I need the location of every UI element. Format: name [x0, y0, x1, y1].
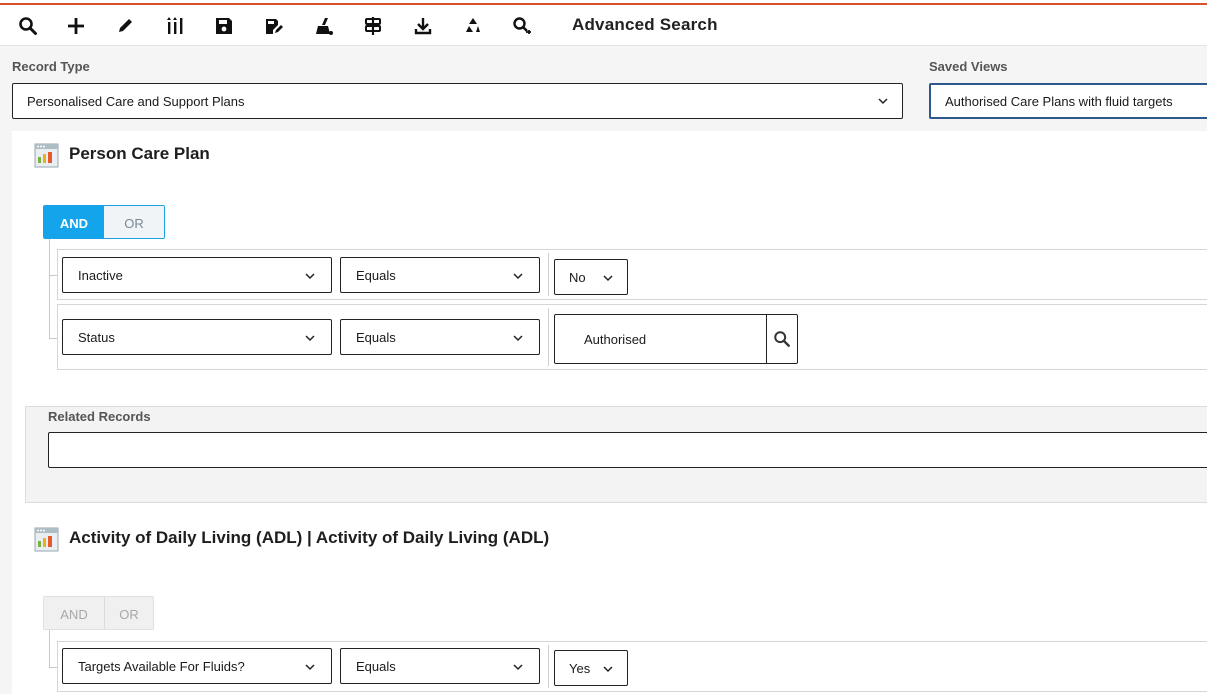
operator-select[interactable]: Equals	[340, 648, 540, 684]
saved-views-value: Authorised Care Plans with fluid targets	[945, 93, 1173, 109]
add-icon[interactable]	[63, 13, 89, 39]
operator-value: Equals	[356, 658, 396, 674]
entity-table-icon	[34, 143, 59, 168]
field-select[interactable]: Status	[62, 319, 332, 355]
divider	[548, 645, 549, 688]
related-records-panel: Related Records	[25, 406, 1207, 503]
signpost-icon[interactable]	[360, 13, 386, 39]
divider	[548, 308, 549, 366]
related-records-label: Related Records	[48, 409, 151, 424]
or-button[interactable]: OR	[104, 206, 164, 238]
and-button[interactable]: AND	[44, 206, 104, 238]
entity-table-icon	[34, 527, 59, 552]
value-select[interactable]: No	[554, 259, 628, 295]
divider	[548, 253, 549, 296]
record-type-select[interactable]: Personalised Care and Support Plans	[12, 83, 903, 119]
operator-select[interactable]: Equals	[340, 257, 540, 293]
download-icon[interactable]	[410, 13, 436, 39]
lookup-search-button[interactable]	[766, 315, 797, 363]
field-value: Inactive	[78, 267, 123, 283]
lookup-field[interactable]: Authorised	[554, 314, 798, 364]
chevron-down-icon	[513, 664, 523, 671]
operator-select[interactable]: Equals	[340, 319, 540, 355]
search-icon	[774, 331, 790, 347]
saved-views-label: Saved Views	[929, 59, 1008, 74]
chevron-down-icon	[603, 666, 613, 673]
chevron-down-icon	[305, 335, 315, 342]
clear-icon[interactable]	[311, 13, 337, 39]
save-as-icon[interactable]	[261, 13, 287, 39]
chevron-down-icon	[513, 335, 523, 342]
save-icon[interactable]	[211, 13, 237, 39]
field-value: Targets Available For Fluids?	[78, 658, 245, 674]
operator-value: Equals	[356, 329, 396, 345]
and-or-toggle: AND OR	[43, 205, 165, 239]
section-title-person-care-plan: Person Care Plan	[69, 144, 210, 163]
chevron-down-icon	[603, 275, 613, 282]
field-value: Status	[78, 329, 115, 345]
search-icon[interactable]	[15, 13, 41, 39]
saved-views-select[interactable]: Authorised Care Plans with fluid targets	[929, 83, 1207, 119]
record-type-label: Record Type	[12, 59, 90, 74]
chevron-down-icon	[878, 98, 888, 105]
value-text: Yes	[569, 660, 591, 676]
recycle-icon[interactable]	[460, 13, 486, 39]
field-select[interactable]: Inactive	[62, 257, 332, 293]
section-title-adl: Activity of Daily Living (ADL) | Activit…	[69, 528, 550, 547]
tree-connector	[49, 630, 50, 667]
and-button[interactable]: AND	[44, 597, 104, 629]
and-or-toggle: AND OR	[43, 596, 154, 630]
chevron-down-icon	[305, 273, 315, 280]
value-select[interactable]: Yes	[554, 650, 628, 686]
operator-value: Equals	[356, 267, 396, 283]
page-title: Advanced Search	[572, 15, 718, 34]
key-search-icon[interactable]	[509, 13, 535, 39]
lookup-value: Authorised	[584, 331, 647, 347]
field-select[interactable]: Targets Available For Fluids?	[62, 648, 332, 684]
record-type-value: Personalised Care and Support Plans	[27, 93, 245, 109]
columns-icon[interactable]	[162, 13, 188, 39]
value-text: No	[569, 269, 586, 285]
tree-connector	[49, 239, 50, 339]
or-button[interactable]: OR	[104, 597, 153, 629]
related-records-input[interactable]	[48, 432, 1207, 468]
edit-icon[interactable]	[112, 13, 138, 39]
chevron-down-icon	[513, 273, 523, 280]
chevron-down-icon	[305, 664, 315, 671]
toolbar: Advanced Search	[0, 5, 1207, 46]
